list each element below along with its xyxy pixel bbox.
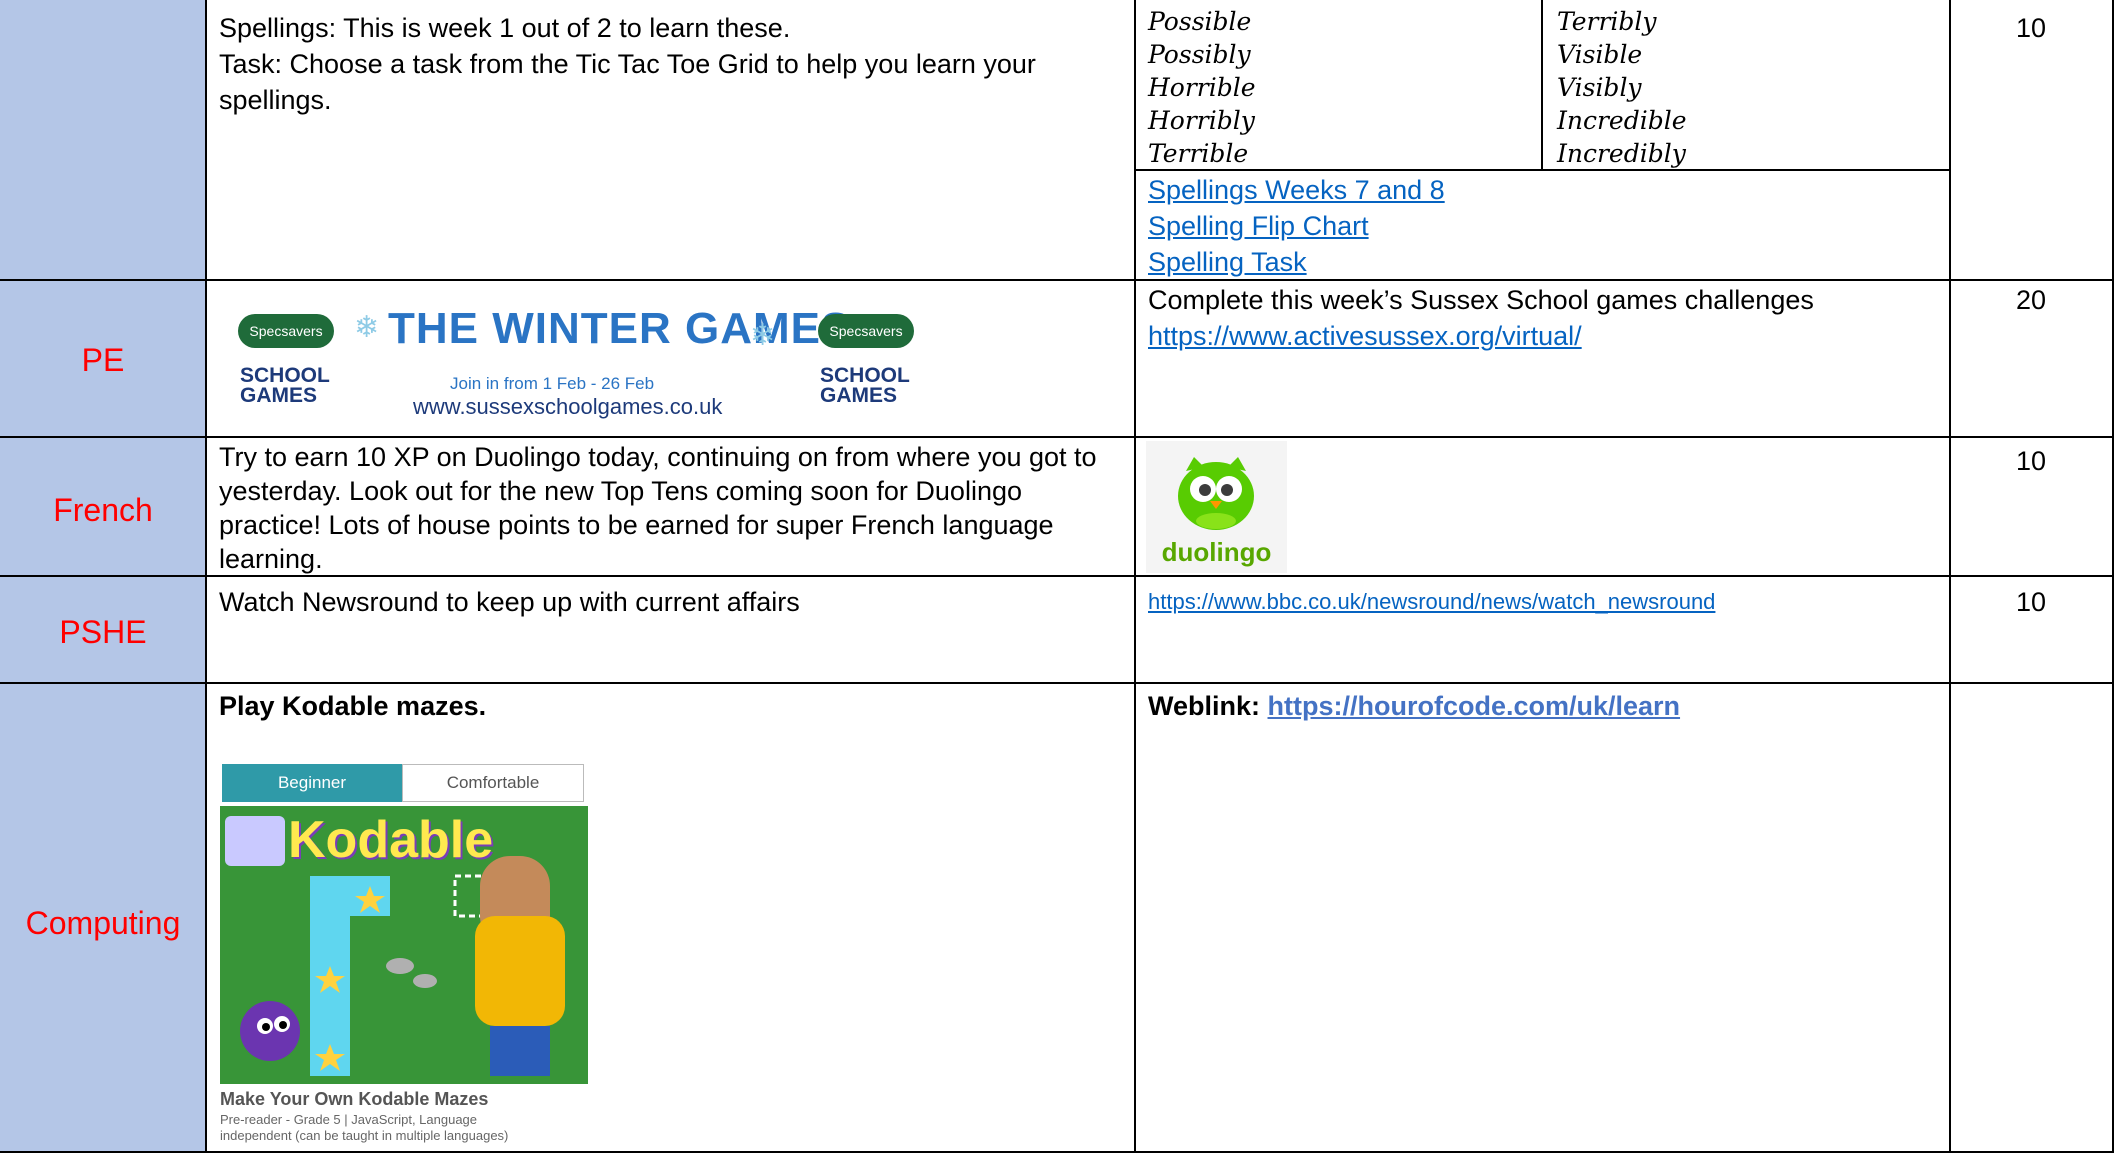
- points-pe: 20: [2015, 285, 2047, 315]
- computing-weblink: Weblink: https://hourofcode.com/uk/learn: [1148, 688, 1680, 724]
- pshe-task: Watch Newsround to keep up with current …: [219, 587, 800, 617]
- spelling-word: Possibly: [1148, 40, 1251, 69]
- winter-games-dates: Join in from 1 Feb - 26 Feb: [450, 374, 655, 393]
- subject-label-pe: PE: [81, 342, 125, 378]
- snowflake-icon: ❄: [750, 319, 776, 352]
- winter-games-title: THE WINTER GAMES: [388, 304, 852, 353]
- spelling-word: Visible: [1557, 40, 1643, 69]
- grid-line: [0, 436, 2114, 438]
- subject-cell-spellings: [0, 0, 206, 280]
- spelling-word: Horrible: [1148, 73, 1256, 102]
- points-french: 10: [2015, 446, 2047, 476]
- school-games-line1: SCHOOL: [820, 364, 910, 387]
- duolingo-logo: duolingo: [1146, 441, 1287, 573]
- french-task-line: learning.: [219, 544, 323, 574]
- kodable-card: Beginner Comfortable Kodable Make Your O…: [218, 764, 588, 1149]
- french-task-line: yesterday. Look out for the new Top Tens…: [219, 476, 1022, 506]
- spelling-word: Horribly: [1148, 106, 1255, 135]
- french-task-line: Try to earn 10 XP on Duolingo today, con…: [219, 442, 1097, 472]
- hour-of-code-link[interactable]: https://hourofcode.com/uk/learn: [1268, 691, 1681, 721]
- grid-line: [0, 279, 2114, 281]
- grid-line: [0, 682, 2114, 684]
- grid-line: [1134, 169, 1950, 171]
- school-games-line2: GAMES: [240, 384, 318, 407]
- spelling-word: Terrible: [1148, 139, 1249, 168]
- newsround-link[interactable]: https://www.bbc.co.uk/newsround/news/wat…: [1148, 584, 1715, 620]
- kodable-card-title: Make Your Own Kodable Mazes: [220, 1089, 489, 1109]
- french-task-line: practice! Lots of house points to be ear…: [219, 510, 1054, 540]
- kodable-card-desc: Pre-reader - Grade 5 | JavaScript, Langu…: [220, 1112, 478, 1127]
- winter-games-banner: Specsavers SCHOOL GAMES ❄ THE WINTER GAM…: [218, 284, 948, 432]
- tab-beginner[interactable]: Beginner: [222, 764, 402, 802]
- kodable-logo-text: Kodable: [288, 811, 494, 869]
- spellings-weeks-link[interactable]: Spellings Weeks 7 and 8: [1148, 172, 1445, 208]
- spelling-flip-chart-link[interactable]: Spelling Flip Chart: [1148, 208, 1369, 244]
- snowflake-icon: ❄: [354, 311, 380, 344]
- lesson-table: Spellings: This is week 1 out of 2 to le…: [0, 0, 2114, 1153]
- spelling-word: Incredible: [1557, 106, 1687, 135]
- computing-task: Play Kodable mazes.: [219, 691, 487, 721]
- specsavers-logo-left: Specsavers: [238, 314, 334, 348]
- spellings-task-line2: Task: Choose a task from the Tic Tac Toe…: [219, 49, 1036, 79]
- duolingo-owl-icon: [1178, 457, 1254, 530]
- kodable-card-desc: independent (can be taught in multiple l…: [220, 1128, 509, 1143]
- school-games-logo-right: SCHOOL GAMES: [820, 364, 910, 407]
- pe-resource-text: Complete this week’s Sussex School games…: [1148, 285, 1814, 315]
- spellings-task-line3: spellings.: [219, 85, 332, 115]
- spelling-word: Possible: [1148, 7, 1252, 36]
- spelling-task-link[interactable]: Spelling Task: [1148, 244, 1307, 280]
- active-sussex-link[interactable]: https://www.activesussex.org/virtual/: [1148, 318, 1582, 354]
- kodable-game-image: Kodable: [220, 806, 588, 1084]
- grid-line: [1541, 0, 1543, 170]
- spelling-word: Terribly: [1557, 7, 1657, 36]
- school-games-logo-left: SCHOOL GAMES: [240, 364, 330, 407]
- points-spellings: 10: [2015, 13, 2047, 43]
- school-games-line2: GAMES: [820, 384, 898, 407]
- tab-comfortable[interactable]: Comfortable: [402, 764, 584, 802]
- subject-label-computing: Computing: [25, 905, 181, 941]
- specsavers-logo-right: Specsavers: [818, 314, 914, 348]
- winter-games-site: www.sussexschoolgames.co.uk: [413, 394, 723, 419]
- spelling-word: Incredibly: [1557, 139, 1686, 168]
- duolingo-wordmark: duolingo: [1161, 537, 1272, 567]
- school-games-line1: SCHOOL: [240, 364, 330, 387]
- subject-label-pshe: PSHE: [59, 614, 147, 650]
- spellings-task-line1: Spellings: This is week 1 out of 2 to le…: [219, 13, 791, 43]
- points-pshe: 10: [2015, 587, 2047, 617]
- subject-label-french: French: [53, 492, 153, 528]
- spelling-word: Visibly: [1557, 73, 1642, 102]
- weblink-label: Weblink:: [1148, 691, 1268, 721]
